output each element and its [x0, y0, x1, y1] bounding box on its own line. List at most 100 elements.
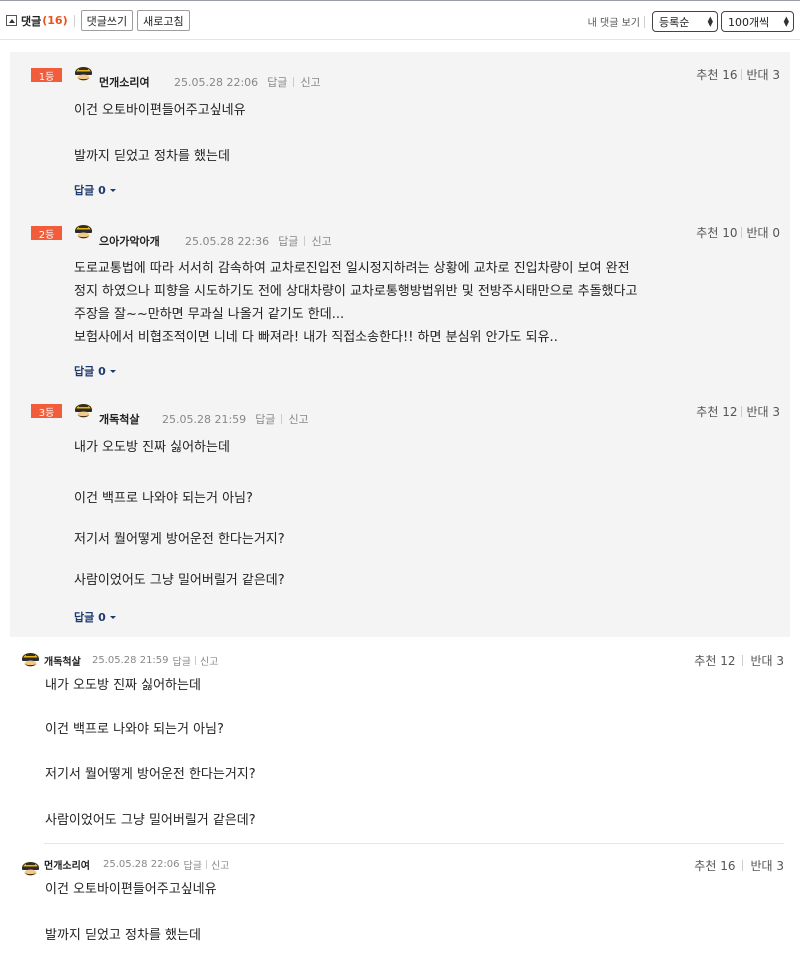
replies-toggle[interactable]: 답글 0: [74, 609, 116, 625]
comment-toolbar: 댓글 (16) 댓글쓰기 새로고침 내 댓글 보기 등록순 ▲ ▼ 100개씩 ▲…: [0, 0, 800, 40]
divider: [742, 860, 744, 871]
helmet-avatar-icon: [73, 61, 94, 82]
upvote-count[interactable]: 추천 16: [694, 857, 735, 874]
select-arrows-icon: ▲ ▼: [783, 14, 789, 28]
helmet-avatar-icon: [73, 219, 94, 240]
chevron-down-icon: [109, 616, 116, 619]
comment-text-line: 사람이었어도 그냥 밀어버릴거 같은데?: [74, 573, 285, 588]
downvote-count[interactable]: 반대 0: [746, 224, 780, 241]
comment-count: (16): [42, 14, 68, 27]
upvote-count[interactable]: 추천 16: [696, 66, 737, 83]
comment-text-line: 저기서 뭘어떻게 방어운전 한다는거지?: [45, 767, 256, 782]
vote-counts: 추천 12 반대 3: [696, 403, 780, 420]
chevron-down-icon: [109, 370, 116, 373]
comment-text-line: 내가 오도방 진짜 싫어하는데: [45, 678, 201, 693]
comment-text-line: 이건 오토바이편들어주고싶네유: [45, 882, 217, 897]
report-link[interactable]: 신고: [211, 857, 229, 872]
chevron-down-icon: [109, 189, 116, 192]
divider: [73, 14, 75, 27]
comment-text-line: 이건 오토바이편들어주고싶네유: [74, 103, 246, 118]
collapse-toggle-icon[interactable]: [6, 15, 17, 26]
comment-author[interactable]: 먼개소리여: [99, 74, 150, 90]
comment-text-line: 발까지 딛었고 정차를 했는데: [74, 149, 230, 164]
vote-counts: 추천 16 반대 3: [694, 857, 784, 874]
comment-text-line: 주장을 잘~~만하면 무과실 나올거 같기도 한데...: [74, 307, 345, 322]
comment-date: 25.05.28 22:06: [103, 859, 180, 870]
downvote-count[interactable]: 반대 3: [750, 857, 784, 874]
comment-text-line: 사람이었어도 그냥 밀어버릴거 같은데?: [45, 813, 256, 828]
report-link[interactable]: 신고: [311, 233, 331, 249]
upvote-count[interactable]: 추천 12: [694, 652, 735, 669]
divider: [281, 414, 283, 424]
comment-text-line: 보험사에서 비협조적이면 니네 다 빠져라! 내가 직접소송한다!! 하면 분심…: [74, 330, 558, 345]
comment-divider: [44, 843, 784, 844]
comment-meta: 25.05.28 22:36 답글 신고: [185, 233, 332, 249]
comment-title: 댓글: [21, 14, 42, 28]
divider: [293, 77, 295, 87]
comment-meta: 25.05.28 22:06 답글 신고: [103, 857, 229, 872]
select-arrows-icon: ▲ ▼: [707, 14, 713, 28]
reply-link[interactable]: 답글: [278, 233, 298, 249]
comment-text-line: 정지 하였으나 피향을 시도하기도 전에 상대차량이 교차로통행방법위반 및 전…: [74, 284, 638, 299]
comment-author[interactable]: 으아가악아개: [99, 233, 160, 249]
per-page-select[interactable]: 100개씩 ▲ ▼: [721, 11, 794, 32]
vote-counts: 추천 10 반대 0: [696, 224, 780, 241]
divider: [741, 227, 743, 238]
helmet-avatar-icon: [20, 647, 41, 668]
vote-counts: 추천 12 반대 3: [694, 652, 784, 669]
refresh-button[interactable]: 새로고침: [137, 10, 190, 31]
comment-text-line: 이건 백프로 나와야 되는거 아님?: [74, 491, 253, 506]
sort-select-value: 등록순: [659, 15, 690, 29]
write-comment-button[interactable]: 댓글쓰기: [80, 10, 134, 31]
replies-label: 답글 0: [74, 365, 106, 378]
comment-meta: 25.05.28 21:59 답글 신고: [92, 653, 218, 668]
replies-label: 답글 0: [74, 611, 106, 624]
upvote-count[interactable]: 추천 10: [696, 224, 737, 241]
report-link[interactable]: 신고: [300, 74, 320, 90]
best-comments: 1등 먼개소리여 25.05.28 22:06 답글 신고 추천 16 반대 3…: [10, 52, 790, 637]
report-link[interactable]: 신고: [200, 653, 218, 668]
comment-date: 25.05.28 21:59: [162, 412, 247, 426]
helmet-avatar-icon: [73, 398, 94, 419]
comment-text-line: 저기서 뭘어떻게 방어운전 한다는거지?: [74, 532, 285, 547]
replies-toggle[interactable]: 답글 0: [74, 363, 116, 379]
comment-author[interactable]: 개독척살: [99, 411, 139, 427]
downvote-count[interactable]: 반대 3: [746, 66, 780, 83]
divider: [741, 406, 743, 417]
downvote-count[interactable]: 반대 3: [750, 652, 784, 669]
upvote-count[interactable]: 추천 12: [696, 403, 737, 420]
comment-date: 25.05.28 22:06: [174, 75, 259, 89]
divider: [741, 69, 743, 80]
per-page-select-value: 100개씩: [728, 15, 770, 29]
comment-text-line: 발까지 딛었고 정차를 했는데: [45, 928, 201, 943]
reply-link[interactable]: 답글: [255, 411, 275, 427]
comment-date: 25.05.28 21:59: [92, 655, 169, 666]
replies-toggle[interactable]: 답글 0: [74, 182, 116, 198]
comment-meta: 25.05.28 22:06 답글 신고: [174, 74, 321, 90]
comment-text-line: 내가 오도방 진짜 싫어하는데: [74, 440, 230, 455]
vote-counts: 추천 16 반대 3: [696, 66, 780, 83]
helmet-avatar-icon: [20, 856, 41, 877]
divider: [742, 655, 744, 666]
replies-label: 답글 0: [74, 184, 106, 197]
reply-link[interactable]: 답글: [173, 653, 191, 668]
reply-link[interactable]: 답글: [267, 74, 287, 90]
comment-date: 25.05.28 22:36: [185, 234, 270, 248]
sort-select[interactable]: 등록순 ▲ ▼: [652, 11, 718, 32]
my-comments-link[interactable]: 내 댓글 보기: [588, 14, 640, 29]
downvote-count[interactable]: 반대 3: [746, 403, 780, 420]
comment-text-line: 이건 백프로 나와야 되는거 아님?: [45, 722, 224, 737]
report-link[interactable]: 신고: [288, 411, 308, 427]
divider: [644, 15, 645, 28]
comment-text-line: 도로교통법에 따라 서서히 감속하여 교차로진입전 일시정지하려는 상황에 교차…: [74, 261, 630, 276]
reply-link[interactable]: 답글: [184, 857, 202, 872]
toolbar-left: 댓글 (16) 댓글쓰기 새로고침: [6, 10, 194, 31]
toolbar-right: 내 댓글 보기 등록순 ▲ ▼ 100개씩 ▲ ▼: [588, 11, 794, 32]
divider: [304, 236, 306, 246]
comment-author[interactable]: 개독척살: [44, 653, 81, 668]
rank-badge: 3등: [31, 404, 62, 419]
rank-badge: 1등: [31, 68, 62, 83]
rank-badge: 2등: [31, 226, 62, 241]
comment-author[interactable]: 먼개소리여: [44, 857, 90, 872]
divider: [194, 656, 196, 665]
